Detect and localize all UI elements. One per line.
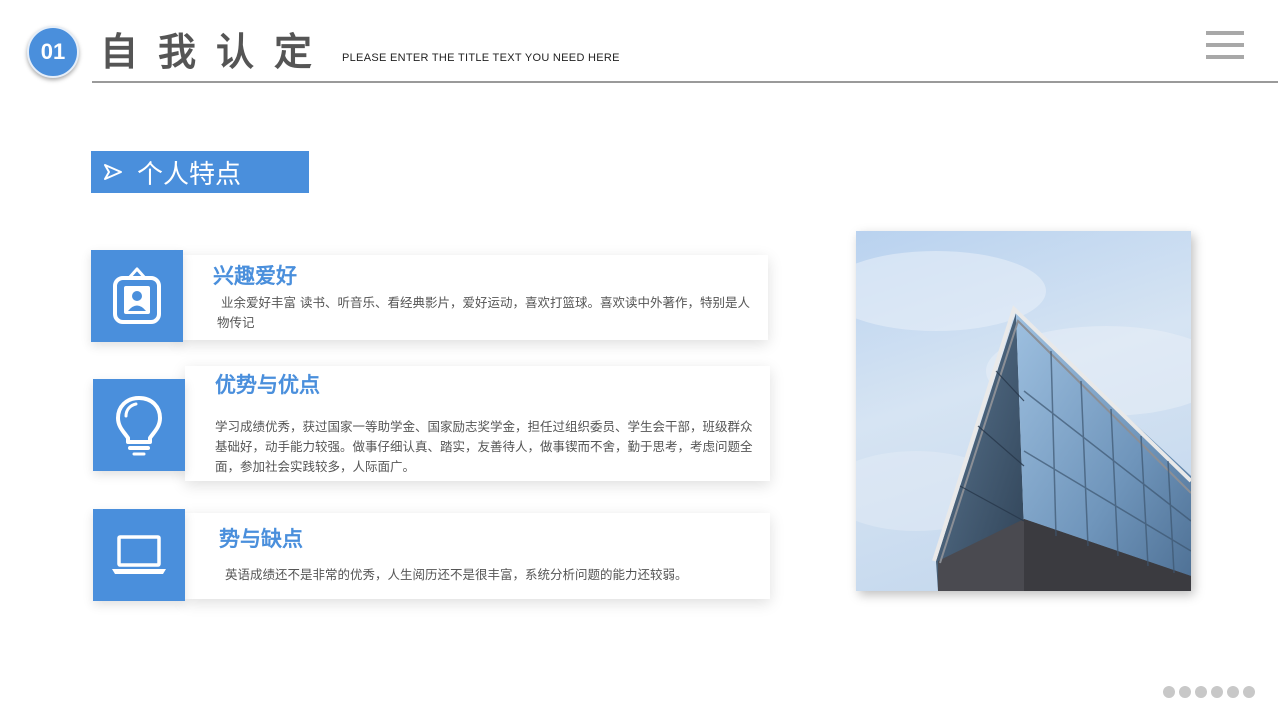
card-title: 优势与优点 [215, 373, 320, 397]
building-photo [856, 231, 1191, 591]
arrow-right-icon [104, 164, 122, 180]
page-dot[interactable] [1211, 686, 1223, 698]
section-label-text: 个人特点 [137, 159, 242, 190]
header-divider [92, 81, 1278, 83]
card-icon-box [91, 250, 183, 342]
card-icon-box [93, 379, 185, 471]
lightbulb-icon [116, 396, 162, 456]
building-image [856, 231, 1191, 591]
page-dot[interactable] [1243, 686, 1255, 698]
card-icon-box [93, 509, 185, 601]
pagination-dots[interactable] [1163, 686, 1255, 698]
feature-card-strengths: 优势与优点 学习成绩优秀，获过国家一等助学金、国家励志奖学金，担任过组织委员、学… [93, 365, 773, 485]
page-dot[interactable] [1227, 686, 1239, 698]
feature-card-hobbies: 兴趣爱好 业余爱好丰富 读书、听音乐、看经典影片，爱好运动，喜欢打篮球。喜欢读中… [91, 250, 771, 345]
id-badge-icon [113, 267, 161, 324]
card-title: 兴趣爱好 [213, 264, 297, 288]
page-dot[interactable] [1179, 686, 1191, 698]
card-description: 英语成绩还不是非常的优秀，人生阅历还不是很丰富，系统分析问题的能力还较弱。 [225, 567, 688, 582]
laptop-icon [112, 535, 166, 574]
page-subtitle: PLEASE ENTER THE TITLE TEXT YOU NEED HER… [342, 52, 620, 64]
card-title: 势与缺点 [219, 527, 303, 551]
page-dot[interactable] [1195, 686, 1207, 698]
menu-icon[interactable] [1206, 31, 1244, 59]
section-number: 01 [40, 39, 66, 64]
feature-card-weaknesses: 势与缺点 英语成绩还不是非常的优秀，人生阅历还不是很丰富，系统分析问题的能力还较… [93, 509, 773, 604]
card-description: 业余爱好丰富 读书、听音乐、看经典影片，爱好运动，喜欢打篮球。喜欢读中外著作，特… [217, 295, 750, 330]
section-label: 个人特点 [91, 151, 309, 193]
card-description: 学习成绩优秀，获过国家一等助学金、国家励志奖学金，担任过组织委员、学生会干部，班… [215, 419, 753, 474]
section-number-badge: 01 [27, 26, 79, 78]
page-dot[interactable] [1163, 686, 1175, 698]
page-title: 自我认定 [100, 30, 333, 74]
